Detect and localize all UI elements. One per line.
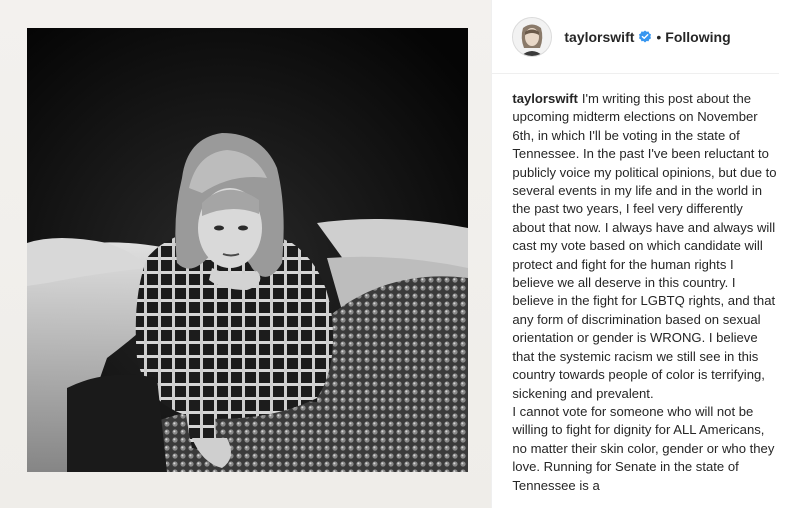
header-separator: • xyxy=(656,28,662,45)
caption-username-link[interactable]: taylorswift xyxy=(512,91,577,106)
post-sidebar: taylorswift • Following taylorswift I'm w… xyxy=(492,0,789,508)
verified-badge-icon xyxy=(638,30,652,44)
post-media[interactable] xyxy=(0,0,493,508)
post-photo xyxy=(27,28,468,472)
post-caption: taylorswift I'm writing this post about t… xyxy=(492,74,789,495)
avatar[interactable] xyxy=(512,16,553,57)
instagram-post: taylorswift • Following taylorswift I'm w… xyxy=(0,0,789,508)
following-button[interactable]: Following xyxy=(665,29,730,45)
caption-text: I'm writing this post about the upcoming… xyxy=(512,91,777,493)
post-header: taylorswift • Following xyxy=(492,0,779,74)
username-link[interactable]: taylorswift xyxy=(564,29,634,45)
